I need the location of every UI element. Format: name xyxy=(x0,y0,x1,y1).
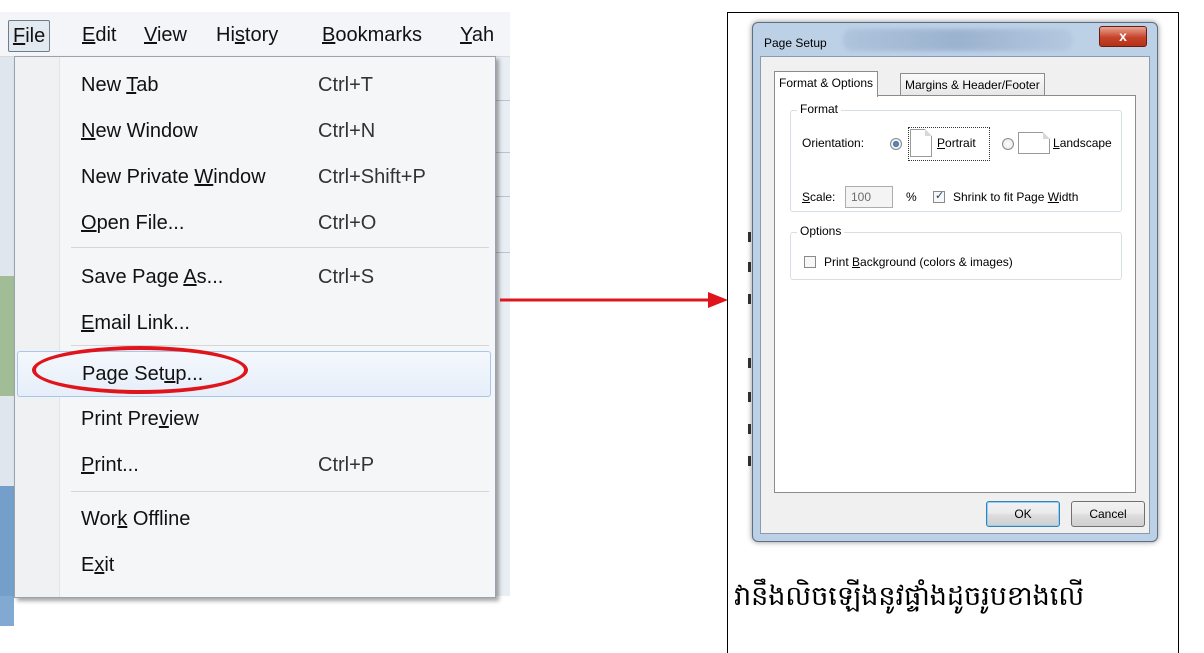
menu-item-new-private-window[interactable]: New Private Window Ctrl+Shift+P xyxy=(16,155,492,199)
shortcut-label: Ctrl+P xyxy=(318,454,375,476)
landscape-radio[interactable] xyxy=(1002,138,1014,150)
shrink-to-fit-checkbox[interactable] xyxy=(933,189,945,203)
menu-item-new-tab[interactable]: New Tab Ctrl+T xyxy=(16,63,492,107)
khmer-caption: វានឹងលិចឡើងនូវផ្ទាំងដូចរូបខាងលើ xyxy=(734,581,1085,612)
menu-item-new-window[interactable]: New Window Ctrl+N xyxy=(16,109,492,153)
menu-bar: File Edit View History Bookmarks Yah xyxy=(0,12,510,57)
menu-item-save-page-as[interactable]: Save Page As... Ctrl+S xyxy=(16,255,492,299)
red-annotation-ellipse xyxy=(32,346,248,394)
menu-bookmarks[interactable]: Bookmarks xyxy=(318,20,426,50)
menu-item-label: Email Link... xyxy=(81,312,190,334)
shortcut-label: Ctrl+T xyxy=(318,74,373,96)
menu-item-work-offline[interactable]: Work Offline xyxy=(16,497,492,541)
menu-item-print[interactable]: Print... Ctrl+P xyxy=(16,443,492,487)
menu-item-label: Exit xyxy=(81,554,115,576)
scale-label: Scale: xyxy=(802,190,836,204)
menu-item-label: Open File... xyxy=(81,212,185,234)
red-annotation-arrow xyxy=(500,292,728,308)
close-button[interactable]: x xyxy=(1099,26,1147,47)
ok-button[interactable]: OK xyxy=(986,501,1060,527)
shortcut-label: Ctrl+Shift+P xyxy=(318,166,426,188)
menu-item-exit[interactable]: Exit xyxy=(16,543,492,587)
menu-history[interactable]: History xyxy=(212,20,282,50)
menu-file[interactable]: File xyxy=(8,20,51,52)
dialog-client-area: Format & Options Margins & Header/Footer… xyxy=(760,56,1150,534)
portrait-label[interactable]: Portrait xyxy=(937,136,976,150)
orientation-label: Orientation: xyxy=(802,136,865,150)
print-background-label[interactable]: Print Background (colors & images) xyxy=(824,255,1013,269)
shrink-to-fit-label[interactable]: Shrink to fit Page Width xyxy=(953,190,1078,204)
cancel-button[interactable]: Cancel xyxy=(1071,501,1145,527)
menu-separator xyxy=(71,247,489,248)
menu-item-label: New Private Window xyxy=(81,166,266,188)
shortcut-label: Ctrl+S xyxy=(318,266,375,288)
landscape-page-icon xyxy=(1018,132,1050,154)
menu-item-label: Print Preview xyxy=(81,408,199,430)
menu-item-label: Work Offline xyxy=(81,508,191,530)
blurred-title-background xyxy=(843,29,1073,51)
menu-item-label: Print... xyxy=(81,454,139,476)
background-window-right-edge xyxy=(494,56,510,596)
menu-item-label: New Window xyxy=(81,120,198,142)
menu-item-open-file[interactable]: Open File... Ctrl+O xyxy=(16,201,492,245)
background-window-left-edge xyxy=(0,56,14,626)
menu-edit[interactable]: Edit xyxy=(78,20,120,50)
menu-yahoo[interactable]: Yah xyxy=(456,20,498,50)
menu-view[interactable]: View xyxy=(140,20,191,50)
format-group-legend: Format xyxy=(797,102,842,116)
page-setup-dialog: Page Setup x Format & Options Margins & … xyxy=(752,22,1158,542)
portrait-radio[interactable] xyxy=(890,138,902,150)
tab-format-options[interactable]: Format & Options xyxy=(774,71,879,97)
print-background-checkbox[interactable] xyxy=(804,256,816,268)
browser-file-menu-screenshot: File Edit View History Bookmarks Yah New… xyxy=(0,0,510,634)
shortcut-label: Ctrl+O xyxy=(318,212,377,234)
dialog-title: Page Setup xyxy=(764,36,827,50)
percent-label: % xyxy=(906,190,917,204)
shortcut-label: Ctrl+N xyxy=(318,120,376,142)
menu-separator xyxy=(71,491,489,492)
menu-item-label: New Tab xyxy=(81,74,159,96)
file-dropdown-menu: New Tab Ctrl+T New Window Ctrl+N New Pri… xyxy=(14,56,496,598)
menu-item-email-link[interactable]: Email Link... xyxy=(16,301,492,345)
landscape-label[interactable]: Landscape xyxy=(1053,136,1112,150)
tab-panel: Format Orientation: Portrait Landscape S… xyxy=(774,95,1136,493)
options-group-legend: Options xyxy=(797,224,845,238)
menu-item-label: Save Page As... xyxy=(81,266,224,288)
menu-item-print-preview[interactable]: Print Preview xyxy=(16,397,492,441)
tab-margins-header-footer[interactable]: Margins & Header/Footer xyxy=(900,73,1045,96)
scale-input[interactable]: 100 xyxy=(845,186,893,208)
